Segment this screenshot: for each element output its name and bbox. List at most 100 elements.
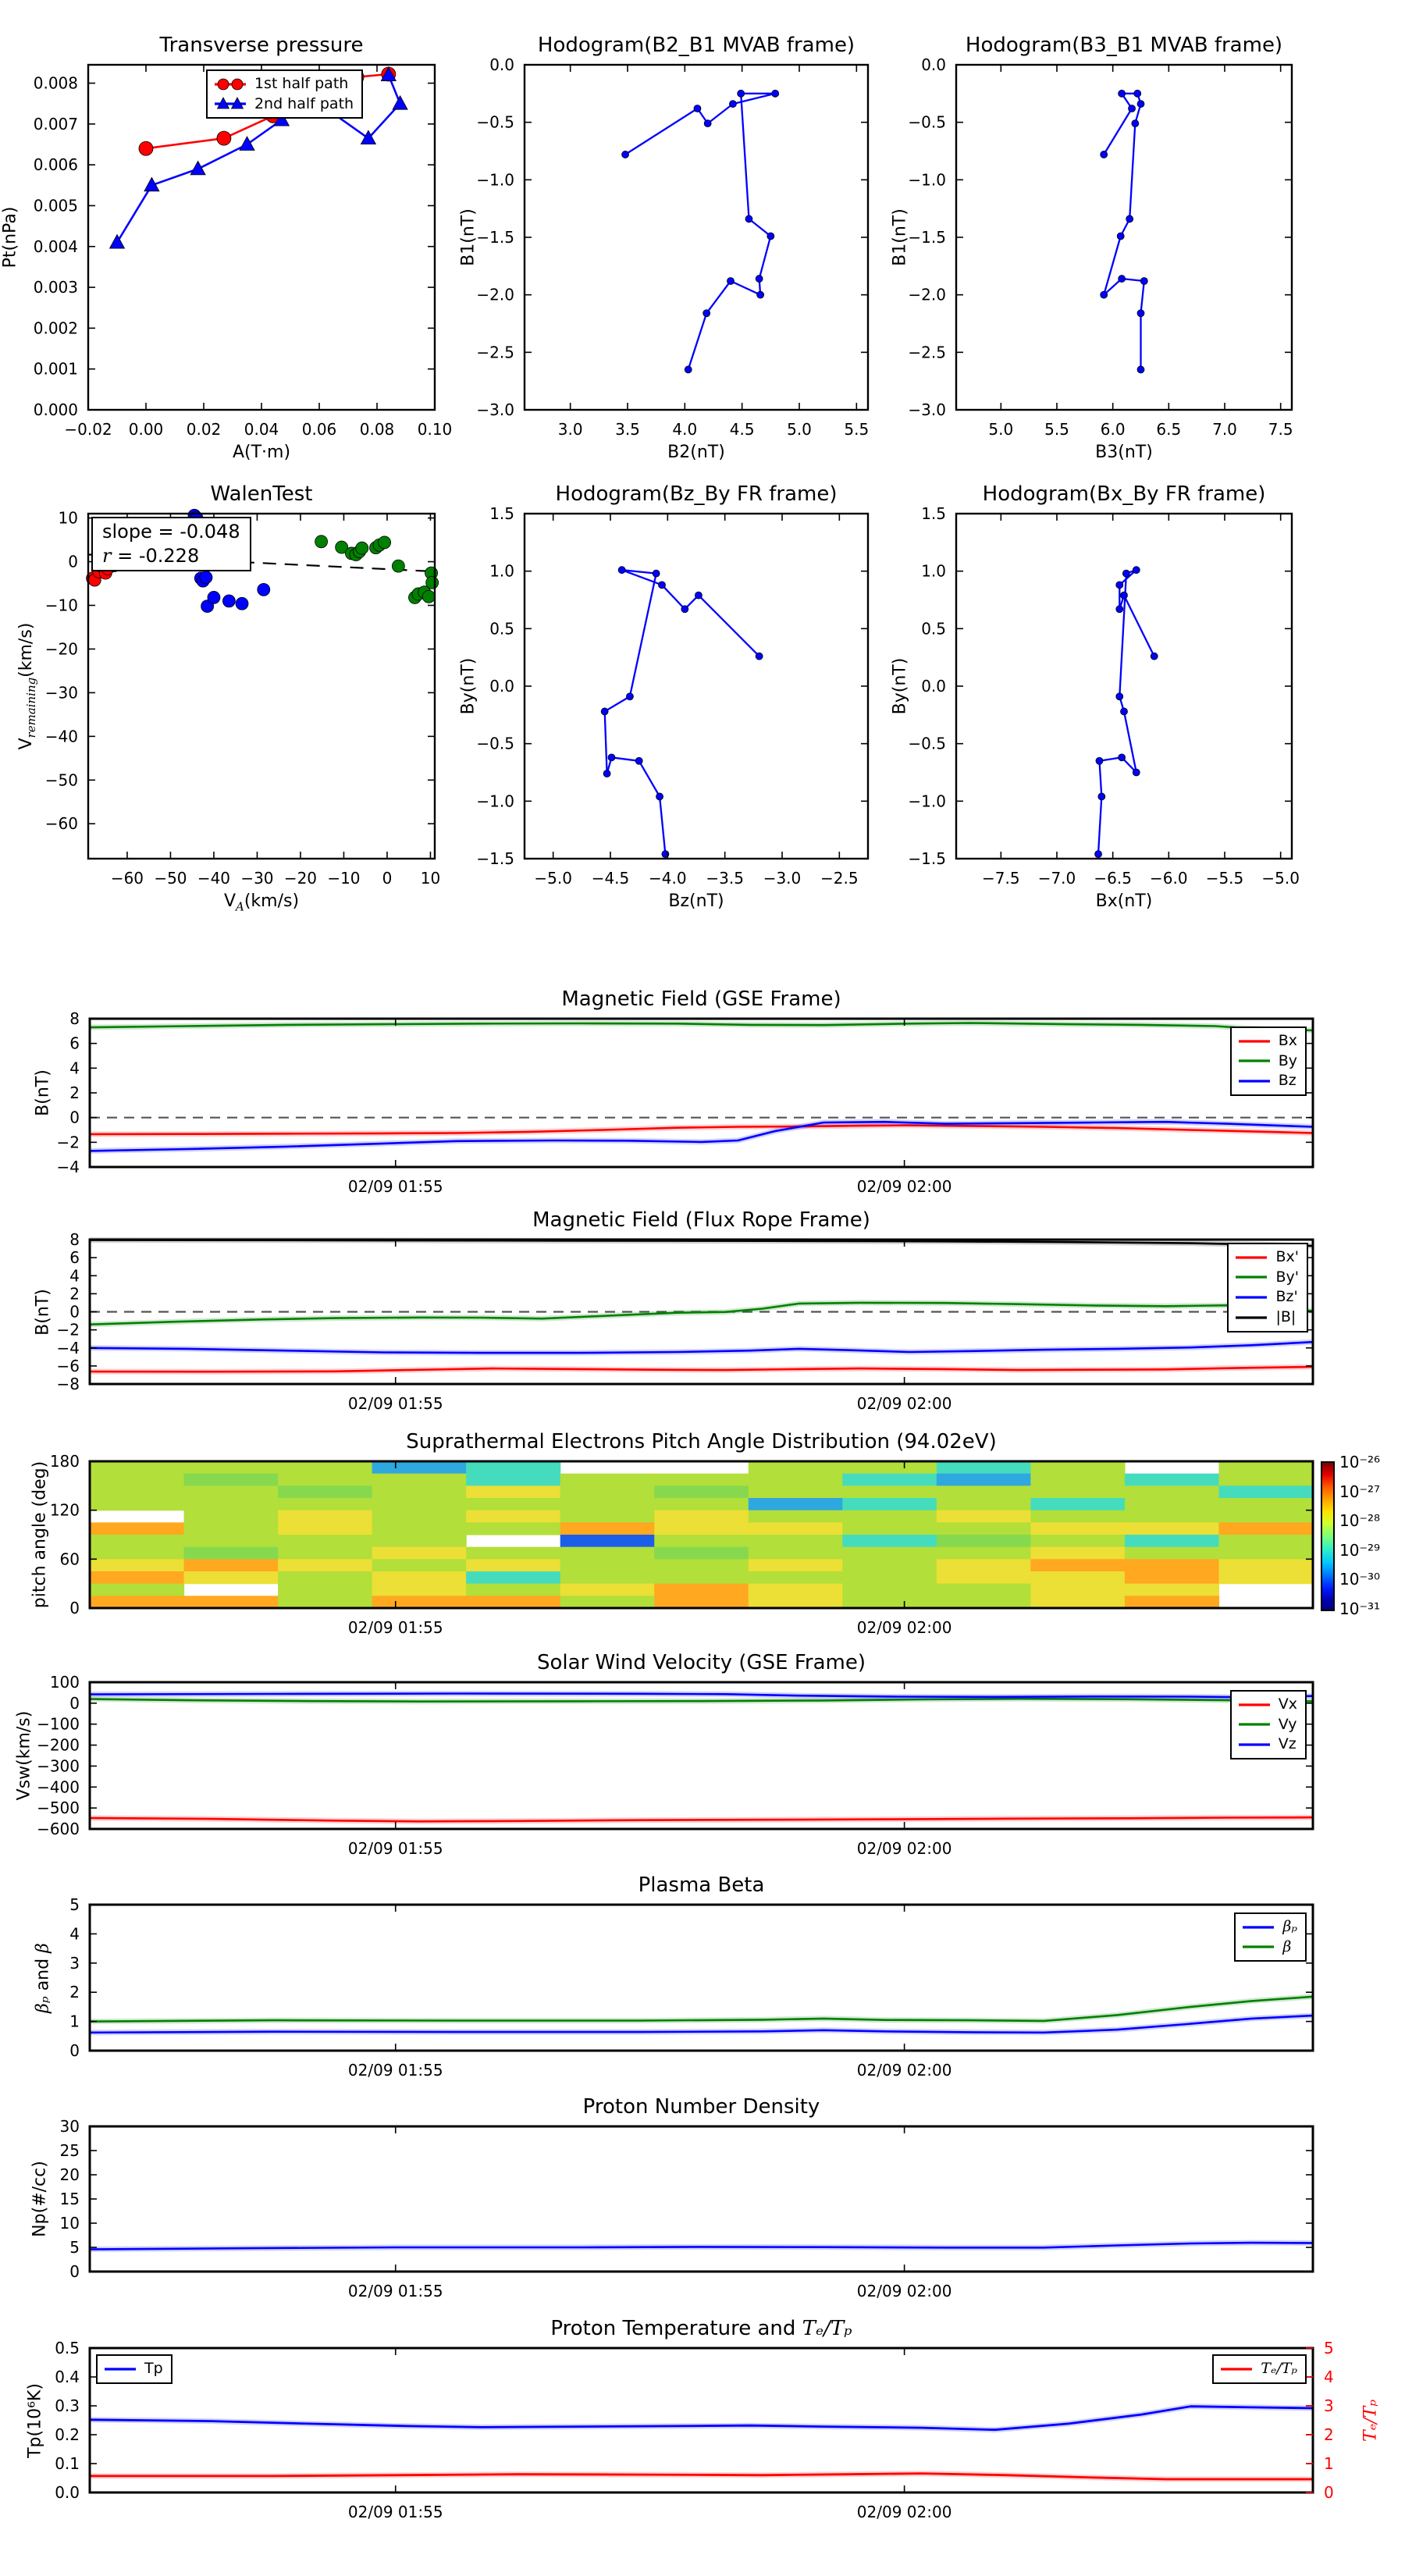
tick-label: 0.4: [55, 2368, 80, 2386]
legend-entry: Bz': [1233, 1287, 1299, 1308]
tick-label: 0.02: [187, 420, 222, 439]
legend-label: By': [1275, 1268, 1299, 1286]
chart-canvas: 02/09 01:55 02/09 02:00 0 60 120 180: [50, 1452, 1314, 1637]
tick-label: −2.0: [908, 286, 946, 304]
legend-entry: βₚ: [1240, 1917, 1297, 1937]
tick-label: 0.002: [34, 318, 78, 337]
slope-value: slope = -0.048: [102, 521, 240, 543]
tick-label: −0.5: [908, 735, 946, 753]
tick-label: 02/09 02:00: [857, 1618, 952, 1637]
tick-label: −30: [240, 869, 273, 888]
tick-label: 0.0: [921, 55, 946, 74]
tick-label: −400: [37, 1777, 80, 1796]
tick-label: 4.0: [672, 420, 697, 439]
tick-label: 0.001: [34, 360, 78, 379]
tick-label: 0.5: [55, 2339, 80, 2357]
tick-label: 0: [69, 1599, 80, 1617]
correlation-value: r = -0.228: [102, 545, 200, 568]
tick-label: 4: [1324, 2368, 1334, 2386]
tick-label: 1.5: [921, 504, 946, 523]
panel-title: WalenTest: [210, 482, 313, 506]
panel-title: Proton Temperature and Tₑ/Tₚ: [550, 2317, 852, 2340]
y-axis-label: B(nT): [33, 1288, 53, 1336]
tick-label: 10: [59, 509, 78, 528]
legend-entry: Vz: [1236, 1735, 1297, 1755]
tick-label: 02/09 02:00: [857, 1839, 952, 1858]
y-axis-label: Pt(nPa): [0, 206, 20, 269]
tick-label: 3: [69, 1954, 80, 1973]
tick-label: 0: [69, 1694, 80, 1713]
tick-label: 0: [69, 1108, 80, 1127]
panel-title: Magnetic Field (GSE Frame): [561, 987, 841, 1011]
legend: 1st half path 2nd half path: [205, 69, 364, 119]
magnetic-field-gse-panel: Magnetic Field (GSE Frame) B(nT) 02/09 0…: [34, 987, 1314, 1196]
legend-entry: By: [1236, 1051, 1297, 1072]
plot-area: 3.0 3.5 4.0 4.5 5.0 5.5 −3.0 −2.5 −2.0 −1.5 −1.0 −0…: [476, 55, 869, 439]
tick-label: 6.5: [1156, 420, 1181, 439]
colorbar-label: 10⁻²⁷: [1339, 1482, 1381, 1501]
tick-label: 4.5: [730, 420, 755, 439]
tick-label: 0.3: [55, 2396, 80, 2415]
tick-label: 02/09 02:00: [857, 2061, 952, 2080]
tick-label: 5: [1324, 2339, 1334, 2357]
chart-canvas: −7.5 −7.0 −6.5 −6.0 −5.5 −5.0 −1.5 −1.0 −0.5 0.0 0…: [908, 504, 1300, 888]
tick-label: −2.0: [476, 286, 514, 304]
y-axis-label-right: Tₑ/Tₚ: [1361, 2399, 1381, 2442]
panel-title: Suprathermal Electrons Pitch Angle Distr…: [406, 1430, 997, 1453]
legend: βₚ β: [1234, 1912, 1307, 1962]
legend-entry: 1st half path: [212, 74, 354, 94]
x-axis-label: Bx(nT): [1095, 891, 1153, 911]
tick-label: 0.10: [418, 420, 453, 439]
tick-label: −1.5: [476, 228, 514, 247]
tick-label: 0.006: [34, 155, 78, 174]
tick-label: 5.0: [988, 420, 1013, 439]
tick-label: −0.5: [476, 735, 514, 753]
tick-label: 10: [421, 869, 440, 888]
tick-label: −0.5: [908, 113, 946, 132]
tick-label: 3.0: [558, 420, 583, 439]
tick-label: 2: [69, 1983, 80, 2001]
plot-area: 02/09 01:55 02/09 02:00 −600 −500 −400 −300 −2…: [37, 1673, 1314, 1858]
plot-area: −5.0 −4.5 −4.0 −3.5 −3.0 −2.5 −1.5 −1.0 −0.5 0.0 0…: [476, 504, 870, 888]
tick-label: 4: [69, 1924, 80, 1943]
tick-label: −20: [45, 639, 78, 658]
tick-label: 02/09 01:55: [348, 2282, 443, 2300]
tick-label: 1.0: [489, 562, 514, 581]
tick-label: −2.5: [820, 869, 859, 888]
tick-label: 02/09 02:00: [857, 1394, 952, 1413]
colorbar-label: 10⁻³¹: [1339, 1599, 1381, 1618]
x-axis-label: B3(nT): [1095, 443, 1153, 462]
y-axis-label: Vsw(km/s): [14, 1710, 34, 1801]
tick-label: 20: [60, 2165, 80, 2184]
tick-label: 15: [60, 2190, 80, 2208]
tick-label: 0: [68, 553, 78, 571]
plot-area: 02/09 01:55 02/09 02:00 −8 −6 −4 −2 0 2 4 6 8: [57, 1230, 1314, 1413]
tick-label: 0.0: [489, 55, 514, 74]
tick-label: −500: [37, 1799, 80, 1817]
chart-canvas: 02/09 01:55 02/09 02:00 0 5 10 15 20 25 30: [60, 2117, 1314, 2300]
plasma-beta-panel: Plasma Beta βₚ and β 02/09 01:55 02/09 02…: [34, 1873, 1314, 2080]
tick-label: −60: [45, 814, 78, 833]
y-axis-label: βₚ and β: [33, 1942, 53, 2013]
tick-label: −1.0: [476, 170, 514, 189]
tick-label: 02/09 01:55: [348, 1618, 443, 1637]
tick-label: −2: [57, 1321, 80, 1340]
tick-label: 3: [1324, 2396, 1334, 2415]
tick-label: 0: [69, 1303, 80, 1322]
tick-label: 0.004: [34, 237, 78, 256]
y-axis-label: B1(nT): [890, 208, 910, 266]
plot-area: 02/09 01:55 02/09 02:00 0 1 2 3 4 5: [69, 1895, 1314, 2080]
tick-label: 0.5: [921, 619, 946, 638]
tick-label: 7.5: [1268, 420, 1293, 439]
tick-label: −2.5: [476, 343, 514, 361]
y-axis-label: Tp(10⁶K): [25, 2382, 45, 2458]
tick-label: −1.0: [908, 792, 946, 810]
tick-label: 100: [50, 1673, 80, 1692]
legend: Bx By Bz: [1229, 1026, 1307, 1096]
legend-entry: Vy: [1236, 1715, 1297, 1735]
tick-label: 0.2: [55, 2425, 80, 2444]
legend-label: By: [1278, 1051, 1297, 1069]
tick-label: 8: [69, 1230, 80, 1249]
tick-label: −4: [57, 1339, 80, 1357]
solar-wind-velocity-panel: Solar Wind Velocity (GSE Frame) Vsw(km/s…: [15, 1651, 1314, 1858]
